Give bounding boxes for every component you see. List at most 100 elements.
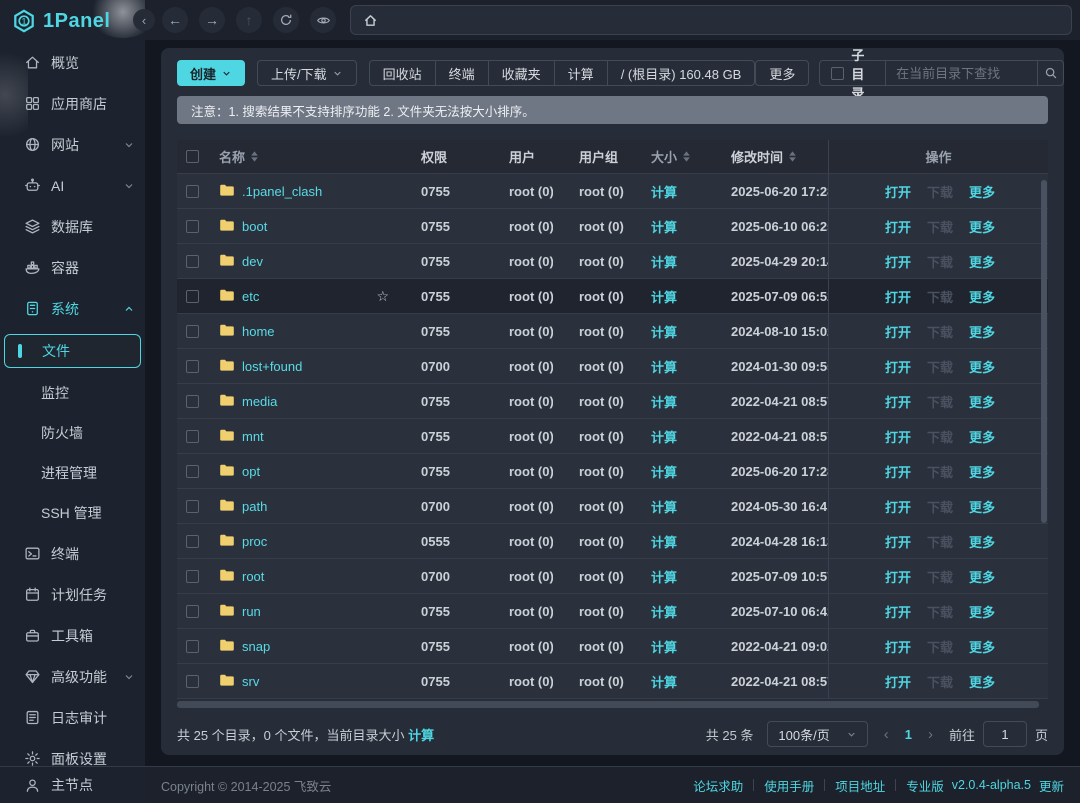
calculate-size-link[interactable]: 计算 [651, 325, 677, 340]
more-action[interactable]: 更多 [969, 427, 995, 446]
sidebar-item-database[interactable]: 数据库 [0, 206, 145, 247]
row-checkbox[interactable] [186, 395, 199, 408]
calculate-size-link[interactable]: 计算 [651, 640, 677, 655]
file-name-link[interactable]: srv [242, 674, 259, 689]
calculate-size-link[interactable]: 计算 [651, 185, 677, 200]
sidebar-item-terminal[interactable]: 终端 [0, 533, 145, 574]
open-action[interactable]: 打开 [885, 672, 911, 691]
file-name-link[interactable]: snap [242, 639, 270, 654]
file-name-link[interactable]: opt [242, 464, 260, 479]
more-button[interactable]: 更多 [755, 60, 809, 86]
more-action[interactable]: 更多 [969, 182, 995, 201]
sidebar-item-advanced[interactable]: 高级功能 [0, 656, 145, 697]
path-breadcrumb-bar[interactable] [350, 5, 1072, 35]
more-action[interactable]: 更多 [969, 322, 995, 341]
more-action[interactable]: 更多 [969, 567, 995, 586]
row-checkbox[interactable] [186, 535, 199, 548]
sidebar-subitem[interactable]: SSH 管理 [0, 493, 145, 533]
subdirectory-checkbox[interactable] [831, 67, 844, 80]
brand-logo[interactable]: 1 1Panel [0, 0, 145, 42]
search-input[interactable] [885, 61, 1037, 85]
horizontal-scrollbar-thumb[interactable] [177, 701, 1039, 708]
open-action[interactable]: 打开 [885, 567, 911, 586]
sort-icon[interactable] [682, 151, 691, 162]
sidebar-item-home[interactable]: 概览 [0, 42, 145, 83]
preview-toggle-button[interactable] [310, 7, 336, 33]
favorites-button[interactable]: 收藏夹 [488, 61, 554, 85]
more-action[interactable]: 更多 [969, 672, 995, 691]
favorite-star-icon[interactable]: ☆ [376, 288, 389, 305]
row-checkbox[interactable] [186, 430, 199, 443]
status-link[interactable]: 使用手册 [764, 776, 814, 795]
file-name-link[interactable]: etc [242, 289, 259, 304]
row-checkbox[interactable] [186, 220, 199, 233]
calculate-size-link[interactable]: 计算 [651, 675, 677, 690]
file-name-link[interactable]: run [242, 604, 261, 619]
file-name-link[interactable]: media [242, 394, 277, 409]
sidebar-item-website[interactable]: 网站 [0, 124, 145, 165]
sort-icon[interactable] [788, 151, 797, 162]
row-checkbox[interactable] [186, 360, 199, 373]
sidebar-subitem[interactable]: 进程管理 [0, 453, 145, 493]
sidebar-item-container[interactable]: 容器 [0, 247, 145, 288]
more-action[interactable]: 更多 [969, 602, 995, 621]
calculate-size-link[interactable]: 计算 [651, 395, 677, 410]
page-size-select[interactable]: 100条/页 [767, 721, 867, 747]
goto-page-input[interactable] [983, 721, 1027, 747]
row-checkbox[interactable] [186, 255, 199, 268]
open-action[interactable]: 打开 [885, 217, 911, 236]
more-action[interactable]: 更多 [969, 637, 995, 656]
calculate-size-link[interactable]: 计算 [651, 500, 677, 515]
column-header-name[interactable]: 名称 [207, 147, 395, 166]
more-action[interactable]: 更多 [969, 532, 995, 551]
row-checkbox[interactable] [186, 290, 199, 303]
search-button[interactable] [1037, 61, 1063, 85]
more-action[interactable]: 更多 [969, 462, 995, 481]
column-header-mtime[interactable]: 修改时间 [703, 147, 828, 166]
calculate-size-link[interactable]: 计算 [651, 430, 677, 445]
more-action[interactable]: 更多 [969, 252, 995, 271]
refresh-button[interactable] [273, 7, 299, 33]
create-button[interactable]: 创建 [177, 60, 245, 86]
more-action[interactable]: 更多 [969, 392, 995, 411]
vertical-scrollbar-thumb[interactable] [1041, 180, 1047, 523]
sidebar-item-ai[interactable]: AI [0, 165, 145, 206]
file-name-link[interactable]: dev [242, 254, 263, 269]
more-action[interactable]: 更多 [969, 287, 995, 306]
row-checkbox[interactable] [186, 325, 199, 338]
file-name-link[interactable]: proc [242, 534, 267, 549]
recycle-bin-button[interactable]: 回收站 [370, 61, 435, 85]
sidebar-subitem[interactable]: 监控 [0, 373, 145, 413]
file-name-link[interactable]: root [242, 569, 264, 584]
column-header-size[interactable]: 大小 [625, 147, 703, 166]
sidebar-item-logs[interactable]: 日志审计 [0, 697, 145, 738]
select-all-checkbox[interactable] [186, 150, 199, 163]
open-action[interactable]: 打开 [885, 287, 911, 306]
next-page-button[interactable]: › [926, 726, 935, 743]
row-checkbox[interactable] [186, 465, 199, 478]
calculate-size-link[interactable]: 计算 [651, 220, 677, 235]
sidebar-collapse-button[interactable]: ‹ [133, 9, 155, 31]
update-link[interactable]: 更新 [1039, 776, 1064, 795]
calculate-size-link[interactable]: 计算 [651, 290, 677, 305]
home-icon[interactable] [363, 13, 378, 28]
open-action[interactable]: 打开 [885, 532, 911, 551]
status-link[interactable]: 论坛求助 [693, 776, 743, 795]
more-action[interactable]: 更多 [969, 357, 995, 376]
open-action[interactable]: 打开 [885, 252, 911, 271]
calculate-size-link[interactable]: 计算 [651, 465, 677, 480]
sidebar-item-master-node[interactable]: 主节点 [0, 766, 145, 803]
open-action[interactable]: 打开 [885, 462, 911, 481]
calculate-size-link[interactable]: 计算 [651, 605, 677, 620]
row-checkbox[interactable] [186, 185, 199, 198]
sidebar-item-appstore[interactable]: 应用商店 [0, 83, 145, 124]
open-action[interactable]: 打开 [885, 427, 911, 446]
sidebar-item-toolbox[interactable]: 工具箱 [0, 615, 145, 656]
sort-icon[interactable] [250, 151, 259, 162]
row-checkbox[interactable] [186, 640, 199, 653]
edition-label[interactable]: 专业版 [906, 776, 944, 795]
calculate-size-link[interactable]: 计算 [651, 535, 677, 550]
calculate-size-link[interactable]: 计算 [651, 360, 677, 375]
file-name-link[interactable]: lost+found [242, 359, 302, 374]
sidebar-item-cronjob[interactable]: 计划任务 [0, 574, 145, 615]
